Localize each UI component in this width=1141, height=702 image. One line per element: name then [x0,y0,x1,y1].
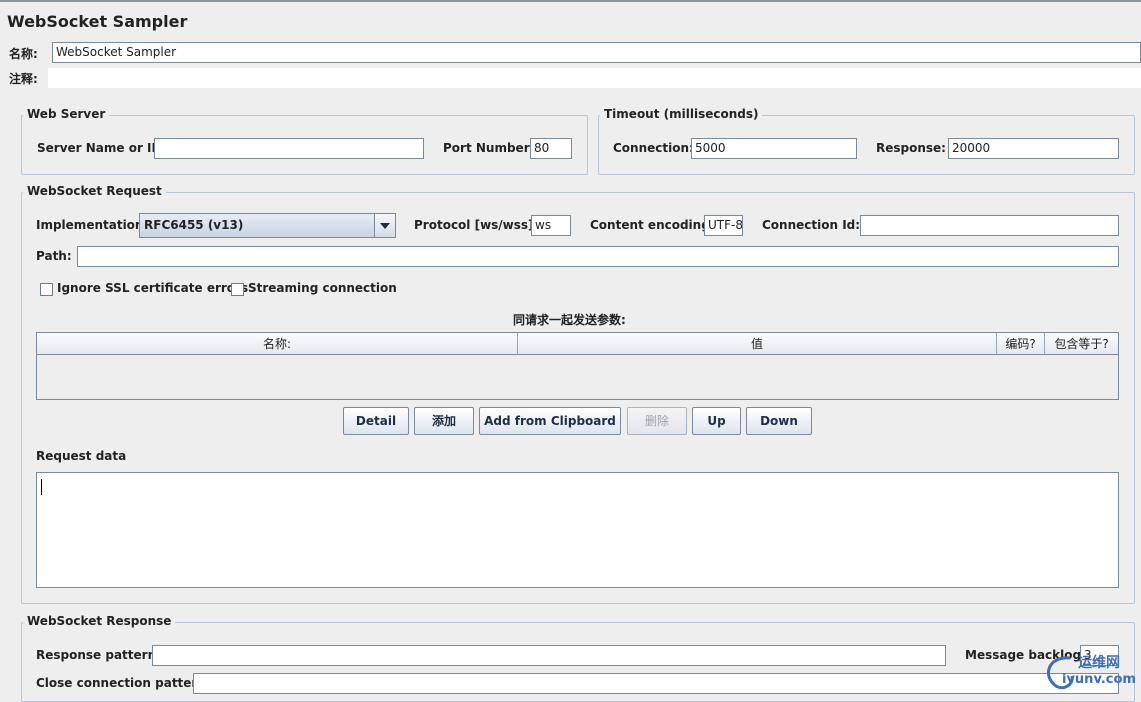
column-header-encode[interactable]: 编码? [997,333,1045,355]
response-timeout-input[interactable]: 20000 [948,138,1119,159]
up-button[interactable]: Up [692,407,741,435]
web-server-legend: Web Server [23,107,110,121]
websocket-response-legend: WebSocket Response [23,614,176,628]
delete-button[interactable]: 删除 [627,407,687,435]
watermark-logo: 运维网 iyunv.com [1040,650,1140,694]
add-button[interactable]: 添加 [414,407,474,435]
implementation-label: Implementation: [36,218,149,232]
watermark-url-text: iyunv.com [1062,672,1136,687]
comment-label: 注释: [9,72,38,86]
response-pattern-input[interactable] [152,645,946,666]
comment-input[interactable] [48,68,1141,88]
parameters-table[interactable]: 名称: 值 编码? 包含等于? [36,332,1119,400]
add-from-clipboard-button[interactable]: Add from Clipboard [479,407,621,435]
connection-id-label: Connection Id: [762,218,861,232]
streaming-label: Streaming connection [248,281,397,295]
server-name-input[interactable] [154,138,424,159]
params-title: 同请求一起发送参数: [513,313,626,327]
server-name-label: Server Name or IP: [37,141,166,155]
column-header-include-equals[interactable]: 包含等于? [1045,333,1118,355]
port-number-input[interactable]: 80 [530,138,572,159]
page-title: WebSocket Sampler [7,12,188,31]
response-timeout-label: Response: [876,141,946,155]
content-encoding-input[interactable]: UTF-8 [704,215,743,236]
connection-timeout-input[interactable]: 5000 [691,138,857,159]
close-pattern-input[interactable] [193,673,1119,694]
column-header-name[interactable]: 名称: [37,333,518,355]
chevron-down-icon [380,223,390,229]
detail-button[interactable]: Detail [343,407,409,435]
watermark-cn-text: 运维网 [1078,655,1120,671]
dropdown-arrow-button[interactable] [374,214,395,237]
protocol-label: Protocol [ws/wss]: [414,218,539,232]
name-label: 名称: [9,47,38,61]
content-encoding-label: Content encoding: [590,218,715,232]
request-data-textarea[interactable] [36,472,1119,588]
protocol-input[interactable]: ws [531,215,571,236]
response-pattern-label: Response pattern: [36,648,161,662]
column-header-value[interactable]: 值 [518,333,997,355]
path-input[interactable] [77,246,1119,267]
name-input[interactable]: WebSocket Sampler [52,42,1141,63]
path-label: Path: [36,249,72,263]
timeout-legend: Timeout (milliseconds) [600,107,763,121]
port-number-label: Port Number: [443,141,535,155]
ignore-ssl-checkbox[interactable] [40,283,53,296]
ignore-ssl-label: Ignore SSL certificate errors [57,281,249,295]
streaming-checkbox[interactable] [231,283,244,296]
text-caret [41,479,42,495]
implementation-select[interactable]: RFC6455 (v13) [139,213,396,238]
close-pattern-label: Close connection pattern: [36,676,211,690]
connection-timeout-label: Connection: [613,141,694,155]
window-top-border [0,0,1141,2]
connection-id-input[interactable] [860,215,1119,236]
implementation-selected-value: RFC6455 (v13) [144,218,244,232]
down-button[interactable]: Down [746,407,812,435]
request-data-label: Request data [36,449,127,463]
websocket-request-legend: WebSocket Request [23,184,166,198]
